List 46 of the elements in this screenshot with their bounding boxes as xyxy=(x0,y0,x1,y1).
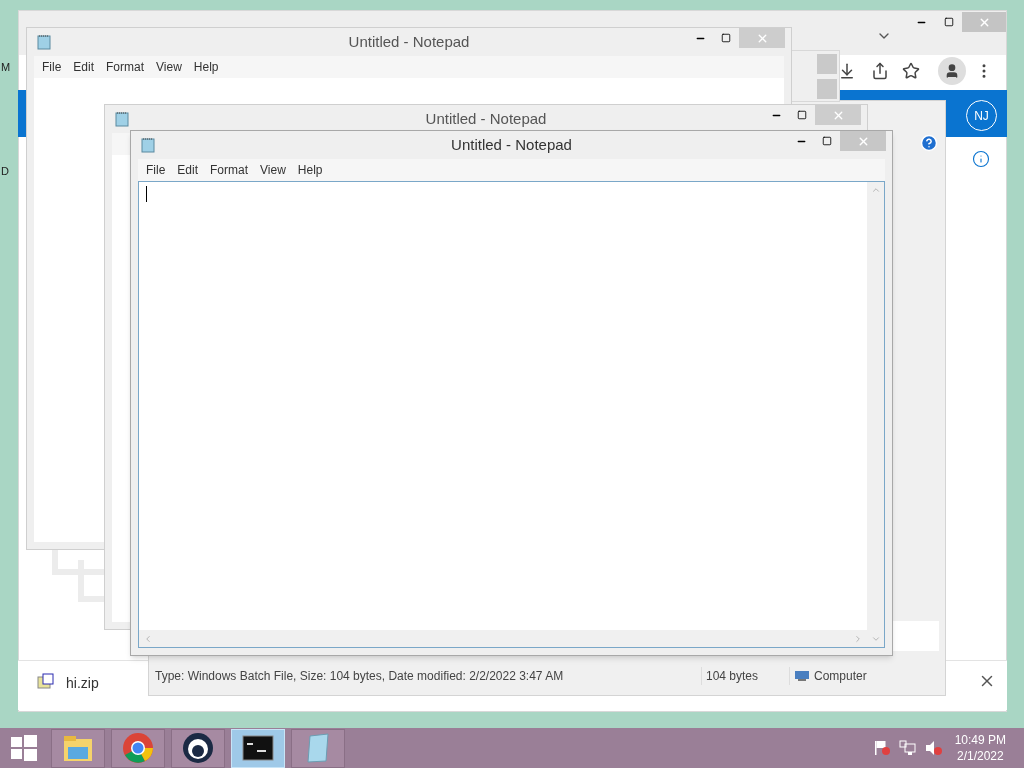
windows-start-icon[interactable] xyxy=(11,735,37,761)
menu-item[interactable]: Format xyxy=(100,58,151,76)
download-icon[interactable] xyxy=(838,62,856,80)
notepad-icon xyxy=(36,34,52,50)
network-icon[interactable] xyxy=(898,740,917,756)
info-icon[interactable] xyxy=(972,150,990,168)
clock-time: 10:49 PM xyxy=(954,732,1006,748)
window-title: Untitled - Notepad xyxy=(451,134,572,155)
menu-item[interactable]: File xyxy=(36,58,68,76)
share-icon[interactable] xyxy=(871,62,889,80)
folder-icon xyxy=(62,733,94,763)
chrome-icon xyxy=(122,732,154,764)
status-location: Computer xyxy=(814,668,867,685)
status-text: Type: Windows Batch File, Size: 104 bytes, Date modified: 2/2/2022 3:47 AM xyxy=(154,668,565,685)
text-cursor xyxy=(146,186,147,202)
clock-date: 2/1/2022 xyxy=(956,748,1004,764)
menu-item[interactable]: Help xyxy=(187,58,225,76)
taskbar-button[interactable] xyxy=(171,728,225,768)
download-filename[interactable]: hi.zip xyxy=(66,673,99,694)
computer-icon xyxy=(794,670,810,682)
edge-letter: D xyxy=(1,164,9,179)
maximize-icon xyxy=(797,110,807,120)
round-app-icon xyxy=(182,732,214,764)
clock[interactable]: 10:49 PM 2/1/2022 xyxy=(954,732,1006,764)
muted-speaker-icon[interactable] xyxy=(924,740,943,756)
menu-item[interactable]: Help xyxy=(291,161,329,179)
menu-item[interactable]: Format xyxy=(204,161,255,179)
star-icon[interactable] xyxy=(902,62,920,80)
maximize-icon xyxy=(822,136,832,146)
menu-item[interactable]: View xyxy=(150,58,188,76)
notepad-icon xyxy=(114,111,130,127)
menu-item[interactable]: View xyxy=(254,161,292,179)
zip-icon xyxy=(37,673,55,689)
menu-item[interactable]: File xyxy=(140,161,172,179)
menu-item[interactable]: Edit xyxy=(67,58,101,76)
status-size: 104 bytes xyxy=(701,667,789,685)
notepad-icon xyxy=(304,733,332,763)
menu-item[interactable]: Edit xyxy=(171,161,205,179)
maximize-icon xyxy=(721,33,731,43)
notepad-icon xyxy=(140,137,156,153)
flag-error-icon[interactable] xyxy=(872,740,891,756)
maximize-icon xyxy=(944,17,954,27)
window-title: Untitled - Notepad xyxy=(348,31,470,52)
window-title: Untitled - Notepad xyxy=(425,108,547,129)
terminal-icon xyxy=(242,735,274,761)
edge-letter: M xyxy=(1,60,11,75)
